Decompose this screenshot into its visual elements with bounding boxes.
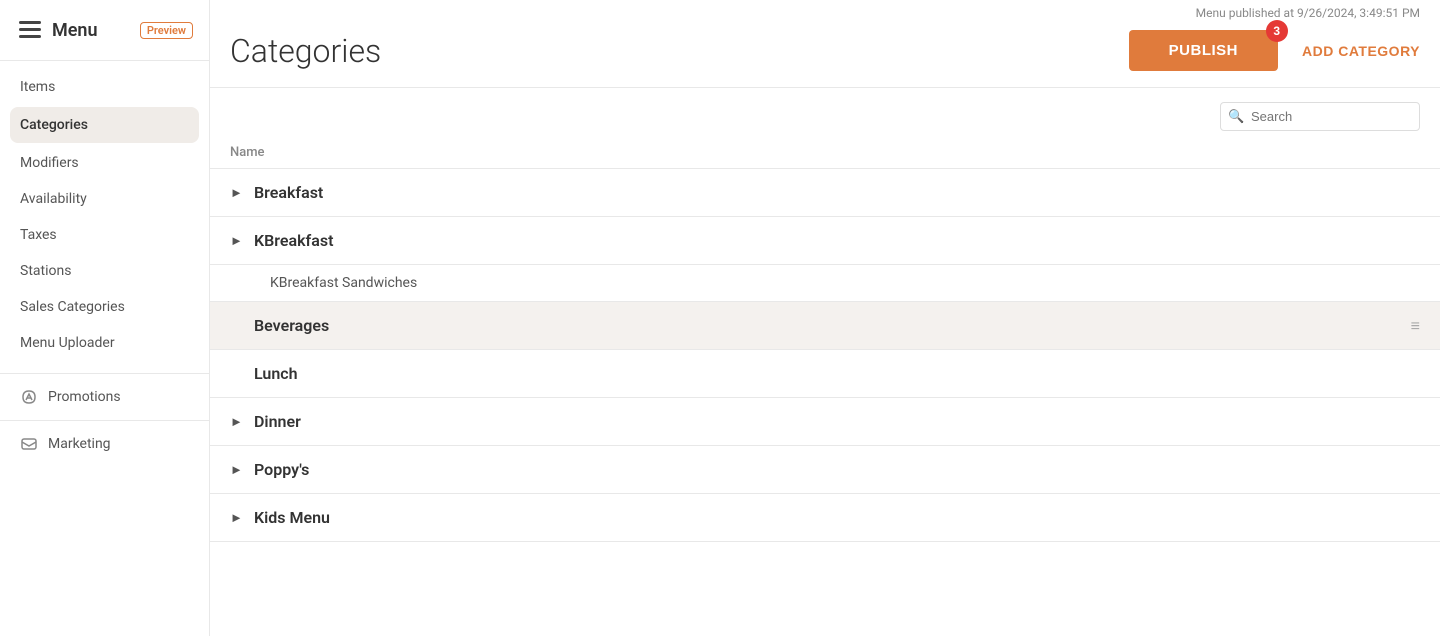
category-label: Lunch	[254, 364, 298, 383]
search-bar-row: 🔍	[210, 88, 1440, 137]
marketing-icon	[20, 435, 38, 453]
list-item[interactable]: KBreakfast Sandwiches	[210, 265, 1440, 302]
table-header: Name	[210, 137, 1440, 169]
sidebar-item-label: Modifiers	[20, 155, 79, 171]
search-icon: 🔍	[1228, 109, 1244, 124]
sidebar-item-sales-categories[interactable]: Sales Categories	[0, 289, 209, 325]
sidebar-menu-section: Items Categories Modifiers Availability …	[0, 61, 209, 369]
sub-category-label: KBreakfast Sandwiches	[270, 275, 417, 291]
table-row[interactable]: ► Poppy's	[210, 446, 1440, 494]
preview-badge[interactable]: Preview	[140, 22, 193, 39]
sidebar-item-items[interactable]: Items	[0, 69, 209, 105]
search-input[interactable]	[1220, 102, 1420, 131]
sidebar-item-label: Availability	[20, 191, 87, 207]
search-wrapper: 🔍	[1220, 102, 1420, 131]
sidebar-item-promotions[interactable]: Promotions	[0, 378, 209, 416]
sidebar-item-categories[interactable]: Categories	[10, 107, 199, 143]
chevron-right-icon: ►	[230, 185, 242, 201]
sidebar-item-label: Categories	[20, 117, 88, 133]
sidebar-item-label: Items	[20, 79, 55, 95]
sidebar-item-menu-uploader[interactable]: Menu Uploader	[0, 325, 209, 361]
sidebar-logo-text: Menu	[52, 20, 98, 41]
chevron-right-icon: ►	[230, 462, 242, 478]
categories-content: 🔍 Name ► Breakfast ► KBreakfast KBreakfa…	[210, 88, 1440, 636]
sidebar-item-stations[interactable]: Stations	[0, 253, 209, 289]
published-status-bar: Menu published at 9/26/2024, 3:49:51 PM	[210, 0, 1440, 20]
marketing-label: Marketing	[48, 436, 111, 452]
table-row[interactable]: ► Kids Menu	[210, 494, 1440, 542]
publish-button[interactable]: PUBLISH 3	[1129, 30, 1278, 71]
category-label: KBreakfast	[254, 231, 333, 250]
publish-badge: 3	[1266, 20, 1288, 42]
add-category-button[interactable]: ADD CATEGORY	[1302, 43, 1420, 59]
promotions-icon	[20, 388, 38, 406]
chevron-right-icon: ►	[230, 414, 242, 430]
category-label: Poppy's	[254, 460, 309, 479]
sidebar-item-label: Stations	[20, 263, 71, 279]
category-label: Kids Menu	[254, 508, 330, 527]
category-label: Dinner	[254, 412, 301, 431]
menu-logo-icon	[16, 16, 44, 44]
chevron-right-icon: ►	[230, 510, 242, 526]
page-title: Categories	[230, 32, 381, 70]
table-row[interactable]: ► Beverages ≡	[210, 302, 1440, 350]
table-row[interactable]: ► KBreakfast	[210, 217, 1440, 265]
header-actions: PUBLISH 3 ADD CATEGORY	[1129, 30, 1420, 71]
main-header: Categories PUBLISH 3 ADD CATEGORY	[210, 20, 1440, 88]
table-row[interactable]: ► Breakfast	[210, 169, 1440, 217]
sidebar-item-taxes[interactable]: Taxes	[0, 217, 209, 253]
table-row[interactable]: ► Dinner	[210, 398, 1440, 446]
promotions-label: Promotions	[48, 389, 121, 405]
sidebar-item-label: Sales Categories	[20, 299, 125, 315]
published-status-text: Menu published at 9/26/2024, 3:49:51 PM	[1196, 6, 1420, 20]
table-row[interactable]: ► Lunch	[210, 350, 1440, 398]
sidebar-item-label: Menu Uploader	[20, 335, 115, 351]
category-label: Beverages	[254, 316, 329, 335]
sidebar-item-label: Taxes	[20, 227, 57, 243]
chevron-right-icon: ►	[230, 233, 242, 249]
sidebar-logo: Menu	[16, 16, 98, 44]
drag-handle-icon[interactable]: ≡	[1411, 316, 1420, 336]
main-content-area: Menu published at 9/26/2024, 3:49:51 PM …	[210, 0, 1440, 636]
sidebar-item-availability[interactable]: Availability	[0, 181, 209, 217]
sidebar-header: Menu Preview	[0, 0, 209, 61]
sidebar-item-modifiers[interactable]: Modifiers	[0, 145, 209, 181]
sidebar-item-marketing[interactable]: Marketing	[0, 425, 209, 463]
sidebar: Menu Preview Items Categories Modifiers …	[0, 0, 210, 636]
category-label: Breakfast	[254, 183, 323, 202]
column-name-header: Name	[230, 145, 265, 160]
